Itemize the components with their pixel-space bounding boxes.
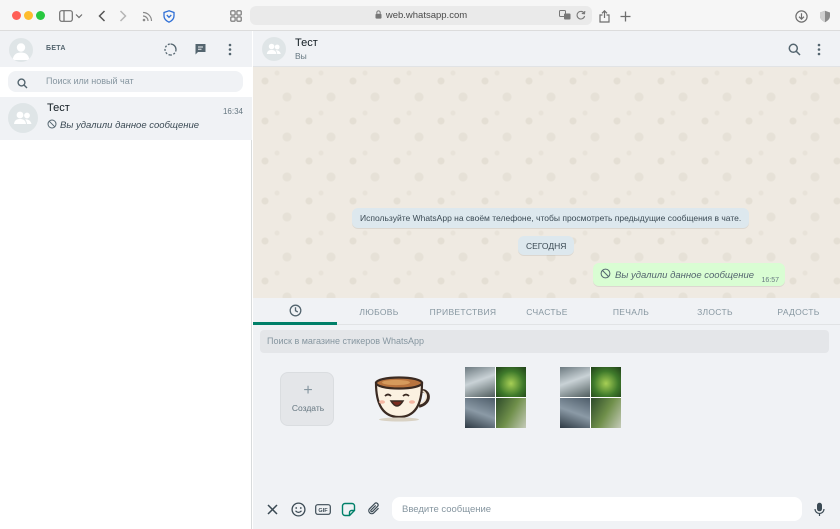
window-close-button[interactable]: [12, 11, 21, 20]
search-icon[interactable]: [785, 40, 803, 58]
tab-sadness[interactable]: ПЕЧАЛЬ: [589, 298, 673, 325]
create-sticker-button[interactable]: + Создать: [280, 372, 334, 426]
photo-collage-sticker[interactable]: [560, 367, 621, 428]
mic-icon[interactable]: [810, 500, 828, 518]
sticker-search-input[interactable]: Поиск в магазине стикеров WhatsApp: [260, 330, 829, 353]
shield-icon[interactable]: [159, 6, 179, 26]
plus-icon: +: [303, 382, 313, 399]
chevron-down-icon[interactable]: [72, 6, 86, 26]
list-item[interactable]: Тест 16:34 Вы удалили данное сообщение: [0, 97, 252, 140]
new-tab-icon[interactable]: [615, 6, 635, 26]
menu-icon[interactable]: [221, 40, 239, 58]
chat-list-sidebar: БЕТА Поиск или новый чат Тест 16:34 Вы у…: [0, 31, 252, 529]
conversation-subtitle: Вы: [295, 51, 307, 61]
chat-name: Тест: [47, 102, 70, 114]
conversation-panel: Тест Вы Используйте WhatsApp на своём те…: [253, 31, 840, 529]
url-text: web.whatsapp.com: [385, 10, 468, 21]
create-label: Создать: [291, 403, 325, 413]
emoji-icon[interactable]: [289, 500, 307, 518]
close-icon[interactable]: [263, 500, 281, 518]
outgoing-message[interactable]: Вы удалили данное сообщение 16:57: [593, 263, 785, 286]
chat-search-input[interactable]: Поиск или новый чат: [8, 71, 243, 92]
shield-right-icon[interactable]: [815, 6, 835, 26]
tab-happiness[interactable]: СЧАСТЬЕ: [505, 298, 589, 325]
message-text: Вы удалили данное сообщение: [615, 269, 755, 281]
beta-label: БЕТА: [46, 45, 66, 52]
deleted-icon: [600, 268, 615, 282]
sticker-tabs: ЛЮБОВЬ ПРИВЕТСТВИЯ СЧАСТЬЕ ПЕЧАЛЬ ЗЛОСТЬ…: [253, 298, 840, 325]
coffee-cup-sticker[interactable]: [372, 373, 432, 428]
tab-overview-icon[interactable]: [226, 6, 246, 26]
chat-preview: Вы удалили данное сообщение: [47, 119, 199, 132]
browser-toolbar: web.whatsapp.com: [0, 0, 840, 31]
photo-collage-sticker[interactable]: [465, 367, 526, 428]
status-icon[interactable]: [161, 40, 179, 58]
search-placeholder: Поиск или новый чат: [46, 76, 134, 86]
gif-icon[interactable]: GIF: [314, 500, 332, 518]
chat-time: 16:34: [222, 107, 243, 116]
address-bar[interactable]: web.whatsapp.com: [250, 6, 592, 25]
sidebar-header: БЕТА: [0, 31, 252, 67]
svg-text:GIF: GIF: [318, 507, 328, 513]
attach-icon[interactable]: [365, 500, 383, 518]
tab-recent[interactable]: [253, 298, 337, 325]
message-composer: GIF Введите сообщение: [253, 489, 840, 529]
rss-icon[interactable]: [137, 6, 157, 26]
chat-search-bar: Поиск или новый чат: [0, 67, 252, 97]
conversation-header[interactable]: Тест Вы: [253, 31, 840, 67]
tab-joy[interactable]: РАДОСТЬ: [757, 298, 840, 325]
window-minimize-button[interactable]: [24, 11, 33, 20]
deleted-icon: [47, 119, 60, 132]
lock-icon: [375, 9, 382, 22]
sticker-panel: ЛЮБОВЬ ПРИВЕТСТВИЯ СЧАСТЬЕ ПЕЧАЛЬ ЗЛОСТЬ…: [253, 298, 840, 489]
window-maximize-button[interactable]: [36, 11, 45, 20]
share-icon[interactable]: [594, 6, 614, 26]
message-time: 16:57: [761, 277, 779, 284]
downloads-icon[interactable]: [791, 6, 811, 26]
tab-anger[interactable]: ЗЛОСТЬ: [673, 298, 757, 325]
group-avatar: [8, 103, 38, 133]
search-icon: [17, 76, 28, 94]
tab-greetings[interactable]: ПРИВЕТСТВИЯ: [421, 298, 505, 325]
system-note: Используйте WhatsApp на своём телефоне, …: [352, 208, 750, 228]
reload-icon[interactable]: [574, 8, 588, 22]
group-avatar[interactable]: [262, 37, 286, 61]
message-area: Используйте WhatsApp на своём телефоне, …: [253, 67, 840, 298]
clock-icon: [289, 304, 302, 319]
menu-icon[interactable]: [810, 40, 828, 58]
date-divider: СЕГОДНЯ: [518, 236, 575, 255]
forward-icon[interactable]: [113, 6, 133, 26]
sticker-search-placeholder: Поиск в магазине стикеров WhatsApp: [267, 336, 425, 346]
translate-icon[interactable]: [558, 8, 572, 22]
message-input[interactable]: Введите сообщение: [392, 497, 802, 521]
message-placeholder: Введите сообщение: [402, 504, 492, 515]
back-icon[interactable]: [92, 6, 112, 26]
chat-preview-text: Вы удалили данное сообщение: [60, 120, 200, 131]
conversation-title: Тест: [295, 37, 318, 49]
new-chat-icon[interactable]: [191, 40, 209, 58]
avatar[interactable]: [9, 38, 33, 62]
active-tab-indicator: [253, 322, 337, 325]
sticker-icon[interactable]: [339, 500, 357, 518]
tab-love[interactable]: ЛЮБОВЬ: [337, 298, 421, 325]
